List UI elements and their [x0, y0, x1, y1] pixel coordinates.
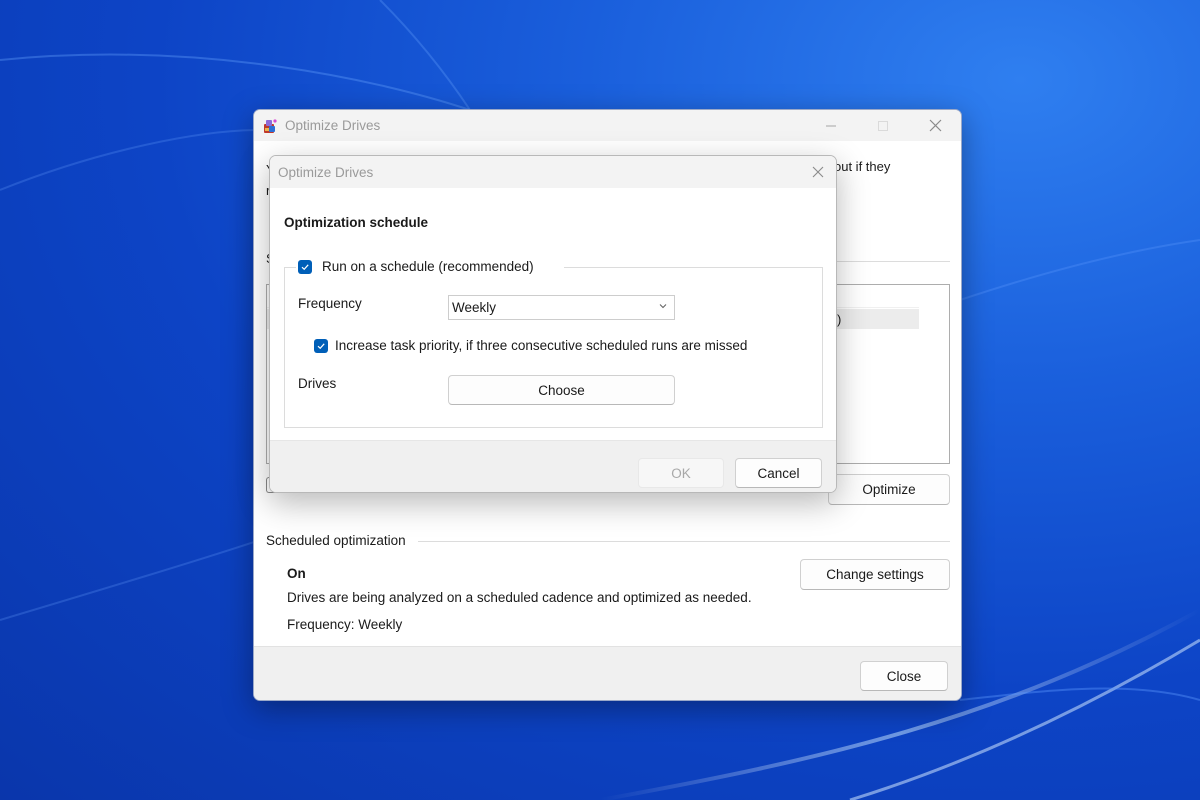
- dialog-footer: OK Cancel: [270, 440, 836, 492]
- close-window-button[interactable]: [909, 110, 961, 141]
- frequency-dropdown[interactable]: Weekly: [448, 295, 675, 320]
- checkmark-icon: [301, 263, 309, 270]
- close-icon: [812, 166, 824, 178]
- dialog-heading: Optimization schedule: [284, 215, 429, 230]
- main-footer: Close: [254, 646, 961, 700]
- chevron-down-icon: [659, 304, 667, 309]
- close-button[interactable]: Close: [860, 661, 948, 691]
- optimize-button[interactable]: Optimize: [828, 474, 950, 505]
- schedule-description: Drives are being analyzed on a scheduled…: [287, 590, 752, 605]
- cancel-button[interactable]: Cancel: [735, 458, 822, 488]
- schedule-state: On: [287, 566, 306, 581]
- increase-priority-checkbox[interactable]: [314, 338, 328, 353]
- drive-row-text: ): [837, 312, 842, 327]
- choose-drives-button[interactable]: Choose: [448, 375, 675, 405]
- checkmark-icon: [317, 342, 325, 349]
- scheduled-divider: [418, 541, 950, 542]
- run-on-schedule-label: Run on a schedule (recommended): [322, 259, 534, 274]
- schedule-frequency: Frequency: Weekly: [287, 617, 403, 632]
- dialog-title: Optimize Drives: [278, 164, 374, 180]
- window-title: Optimize Drives: [285, 118, 381, 133]
- scheduled-optimization-label: Scheduled optimization: [266, 533, 406, 548]
- intro-text-right-fragment: out if they: [834, 159, 891, 174]
- ok-button[interactable]: OK: [638, 458, 724, 488]
- minimize-button[interactable]: [805, 110, 857, 141]
- drives-label: Drives: [298, 376, 337, 391]
- increase-priority-row[interactable]: Increase task priority, if three consecu…: [314, 338, 747, 353]
- defrag-app-icon: [262, 118, 278, 134]
- run-on-schedule-row[interactable]: Run on a schedule (recommended): [296, 259, 564, 274]
- dialog-titlebar[interactable]: Optimize Drives: [270, 156, 836, 188]
- increase-priority-label: Increase task priority, if three consecu…: [335, 338, 748, 353]
- change-settings-button[interactable]: Change settings: [800, 559, 950, 590]
- maximize-button[interactable]: [857, 110, 909, 141]
- optimization-schedule-dialog: Optimize Drives Optimization schedule Ru…: [269, 155, 837, 493]
- frequency-value: Weekly: [452, 300, 497, 315]
- maximize-icon: [878, 120, 888, 131]
- status-divider: [834, 261, 950, 262]
- main-titlebar[interactable]: Optimize Drives: [254, 110, 961, 141]
- close-icon: [929, 119, 941, 132]
- minimize-icon: [826, 125, 836, 126]
- run-on-schedule-checkbox[interactable]: [298, 259, 312, 274]
- dialog-close-button[interactable]: [808, 162, 828, 182]
- frequency-label: Frequency: [298, 296, 362, 311]
